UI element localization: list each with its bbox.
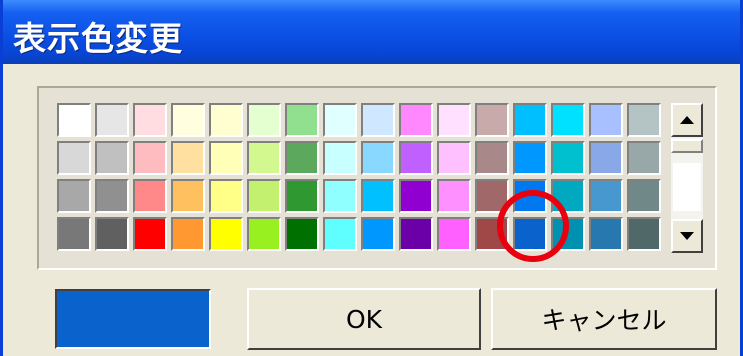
arrow-up-icon [680, 116, 694, 124]
color-swatch[interactable] [247, 141, 281, 175]
color-swatch[interactable] [285, 103, 319, 137]
color-swatch[interactable] [475, 141, 509, 175]
color-swatch[interactable] [513, 179, 547, 213]
color-swatch-grid [57, 103, 661, 251]
color-swatch[interactable] [399, 217, 433, 251]
ok-button[interactable]: OK [247, 288, 481, 350]
palette-scrollbar[interactable] [671, 103, 703, 253]
title-bar[interactable]: 表示色変更 [3, 0, 740, 64]
color-swatch[interactable] [513, 217, 547, 251]
color-swatch[interactable] [171, 217, 205, 251]
color-swatch[interactable] [247, 217, 281, 251]
scroll-thumb[interactable] [671, 139, 703, 153]
color-change-dialog: 表示色変更 OK キャンセル [0, 0, 743, 356]
color-swatch[interactable] [171, 141, 205, 175]
color-swatch[interactable] [361, 141, 395, 175]
color-swatch[interactable] [589, 217, 623, 251]
color-swatch[interactable] [437, 103, 471, 137]
color-swatch[interactable] [247, 179, 281, 213]
color-swatch[interactable] [627, 217, 661, 251]
color-palette-panel [37, 86, 717, 270]
color-swatch[interactable] [361, 179, 395, 213]
color-swatch[interactable] [551, 103, 585, 137]
color-swatch[interactable] [589, 179, 623, 213]
color-swatch[interactable] [399, 103, 433, 137]
color-swatch[interactable] [627, 179, 661, 213]
color-swatch[interactable] [589, 141, 623, 175]
color-swatch[interactable] [209, 217, 243, 251]
color-swatch[interactable] [437, 179, 471, 213]
color-swatch[interactable] [361, 217, 395, 251]
color-swatch[interactable] [57, 217, 91, 251]
color-swatch[interactable] [171, 179, 205, 213]
color-swatch[interactable] [323, 103, 357, 137]
color-swatch[interactable] [551, 141, 585, 175]
color-swatch[interactable] [361, 103, 395, 137]
color-swatch[interactable] [247, 103, 281, 137]
color-swatch[interactable] [171, 103, 205, 137]
color-swatch[interactable] [95, 103, 129, 137]
color-swatch[interactable] [399, 141, 433, 175]
color-swatch[interactable] [323, 217, 357, 251]
color-swatch[interactable] [551, 217, 585, 251]
color-swatch[interactable] [437, 141, 471, 175]
color-swatch[interactable] [57, 141, 91, 175]
color-swatch[interactable] [475, 103, 509, 137]
color-swatch[interactable] [437, 217, 471, 251]
color-swatch[interactable] [589, 103, 623, 137]
color-swatch[interactable] [133, 103, 167, 137]
color-swatch[interactable] [475, 179, 509, 213]
window-title: 表示色変更 [13, 19, 183, 58]
color-swatch[interactable] [323, 179, 357, 213]
color-swatch[interactable] [323, 141, 357, 175]
color-swatch[interactable] [627, 103, 661, 137]
color-swatch[interactable] [551, 179, 585, 213]
color-swatch[interactable] [133, 179, 167, 213]
color-swatch[interactable] [285, 217, 319, 251]
color-swatch[interactable] [133, 217, 167, 251]
color-swatch[interactable] [95, 179, 129, 213]
color-swatch[interactable] [209, 103, 243, 137]
color-swatch[interactable] [285, 179, 319, 213]
scroll-up-button[interactable] [671, 103, 703, 137]
color-swatch[interactable] [513, 141, 547, 175]
color-swatch[interactable] [57, 179, 91, 213]
color-swatch[interactable] [95, 217, 129, 251]
color-swatch[interactable] [209, 179, 243, 213]
color-swatch[interactable] [209, 141, 243, 175]
color-swatch[interactable] [95, 141, 129, 175]
color-swatch[interactable] [627, 141, 661, 175]
color-swatch[interactable] [133, 141, 167, 175]
cancel-button[interactable]: キャンセル [491, 288, 717, 350]
scroll-down-button[interactable] [671, 219, 703, 253]
scroll-track[interactable] [673, 163, 701, 211]
color-swatch[interactable] [285, 141, 319, 175]
color-swatch[interactable] [475, 217, 509, 251]
color-swatch[interactable] [513, 103, 547, 137]
arrow-down-icon [680, 232, 694, 240]
color-swatch[interactable] [57, 103, 91, 137]
selected-color-preview [55, 289, 211, 349]
color-swatch[interactable] [399, 179, 433, 213]
